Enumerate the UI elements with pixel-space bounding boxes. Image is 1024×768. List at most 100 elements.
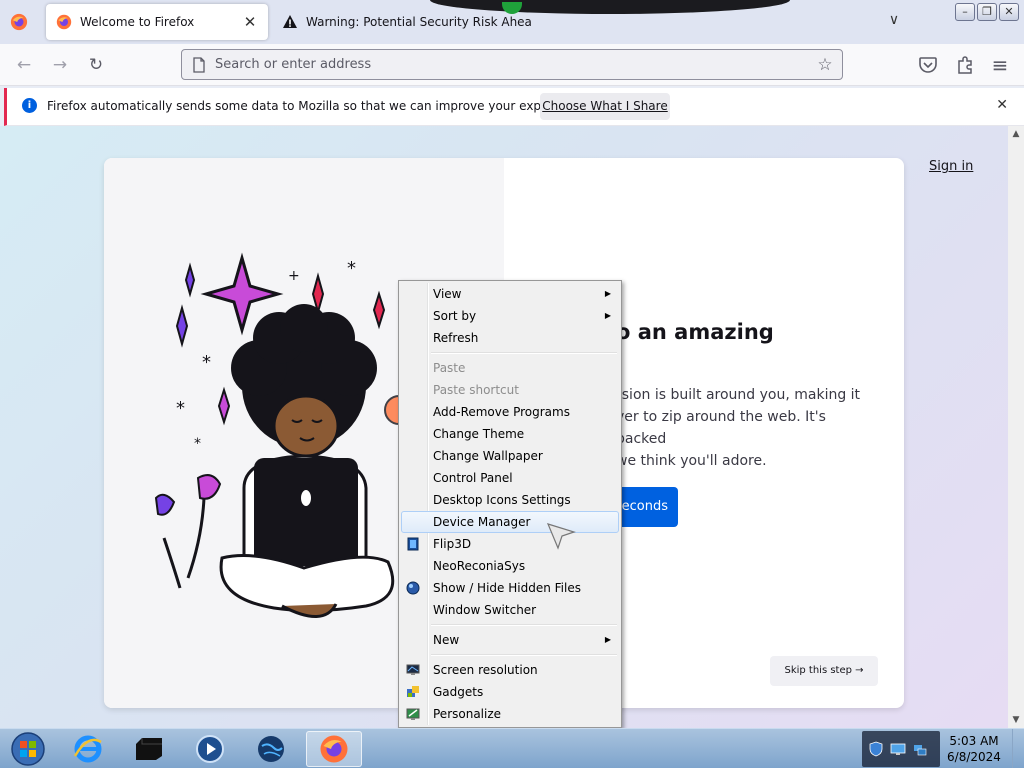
menu-item-label: Screen resolution: [433, 663, 538, 677]
menu-item-label: Window Switcher: [433, 603, 537, 617]
menu-item-label: Refresh: [433, 331, 479, 345]
warning-icon: [283, 15, 297, 28]
close-icon[interactable]: ✕: [242, 14, 258, 30]
submenu-arrow-icon: ▶: [604, 311, 611, 320]
tab-welcome[interactable]: Welcome to Firefox ✕: [46, 4, 268, 40]
scroll-down-icon[interactable]: ▼: [1008, 712, 1024, 728]
menu-item-label: Show / Hide Hidden Files: [433, 581, 581, 595]
menu-item-flip3d[interactable]: Flip3D: [401, 533, 619, 555]
network-globe-icon[interactable]: [243, 731, 299, 767]
menu-item-desktop-icons-settings[interactable]: Desktop Icons Settings: [401, 489, 619, 511]
menu-separator: [401, 349, 619, 357]
body-line: we think you'll adore.: [616, 453, 767, 469]
firefox-icon[interactable]: [10, 13, 28, 31]
display-icon[interactable]: [890, 741, 906, 757]
media-player-icon[interactable]: [182, 731, 238, 767]
menu-item-label: Device Manager: [433, 515, 531, 529]
desktop-context-menu: View ▶ Sort by ▶ Refresh Paste Paste shortcut A…: [398, 280, 622, 728]
skip-this-step-button[interactable]: Skip this step →: [770, 656, 878, 686]
system-clock[interactable]: 5:03 AM 6/8/2024: [940, 733, 1008, 765]
taskbar: 5:03 AM 6/8/2024: [0, 728, 1024, 768]
svg-text:+: +: [288, 268, 300, 284]
restore-button[interactable]: ❐: [977, 3, 997, 21]
menu-item-change-theme[interactable]: Change Theme: [401, 423, 619, 445]
tab-title: Welcome to Firefox: [80, 15, 195, 29]
menu-item-label: Flip3D: [433, 537, 472, 551]
security-shield-icon[interactable]: [868, 741, 884, 757]
flip3d-icon: [407, 537, 419, 551]
extensions-icon[interactable]: [955, 55, 975, 75]
clock-date: 6/8/2024: [947, 750, 1001, 764]
menu-item-label: Control Panel: [433, 471, 513, 485]
forward-button[interactable]: →: [48, 53, 72, 77]
menu-item-add-remove-programs[interactable]: Add-Remove Programs: [401, 401, 619, 423]
menu-item-label: Paste: [433, 361, 466, 375]
menu-item-label: Sort by: [433, 309, 477, 323]
menu-item-change-wallpaper[interactable]: Change Wallpaper: [401, 445, 619, 467]
menu-item-window-switcher[interactable]: Window Switcher: [401, 599, 619, 621]
menu-item-label: Change Wallpaper: [433, 449, 543, 463]
svg-text:*: *: [347, 258, 356, 279]
network-icon[interactable]: [912, 741, 928, 757]
menu-item-gadgets[interactable]: Gadgets: [401, 681, 619, 703]
sign-in-link[interactable]: Sign in: [929, 159, 973, 174]
body-line: rsion is built around you, making it: [616, 387, 861, 403]
bookmark-star-icon[interactable]: ☆: [814, 54, 836, 76]
close-icon[interactable]: ✕: [996, 97, 1008, 113]
menu-item-paste[interactable]: Paste: [401, 357, 619, 379]
tab-strip: Welcome to Firefox ✕ Warning: Potential …: [0, 0, 1024, 44]
svg-text:*: *: [202, 352, 211, 373]
address-bar[interactable]: ☆: [181, 49, 843, 80]
submenu-arrow-icon: ▶: [604, 635, 611, 644]
terminal-icon[interactable]: [121, 731, 177, 767]
vertical-scrollbar[interactable]: ▲ ▼: [1008, 126, 1024, 728]
menu-item-label: View: [433, 287, 462, 301]
minimize-button[interactable]: –: [955, 3, 975, 21]
menu-item-personalize[interactable]: Personalize: [401, 703, 619, 725]
back-button[interactable]: ←: [12, 53, 36, 77]
reload-button[interactable]: ↻: [84, 53, 108, 77]
list-all-tabs-button[interactable]: ∨: [884, 12, 904, 32]
window-controls: – ❐ ✕: [955, 3, 1019, 21]
button-label: Choose What I Share: [542, 99, 668, 113]
menu-item-show-hide-hidden-files[interactable]: Show / Hide Hidden Files: [401, 577, 619, 599]
menu-item-label: Paste shortcut: [433, 383, 519, 397]
menu-item-label: Desktop Icons Settings: [433, 493, 571, 507]
menu-item-new[interactable]: New ▶: [401, 629, 619, 651]
pocket-icon[interactable]: [918, 56, 938, 74]
monitor-icon: [406, 664, 420, 675]
firefox-icon[interactable]: [306, 731, 362, 767]
svg-text:*: *: [176, 398, 185, 419]
choose-what-i-share-button[interactable]: Choose What I Share: [540, 93, 670, 120]
menu-item-device-manager[interactable]: Device Manager: [401, 511, 619, 533]
gadgets-icon: [407, 686, 419, 697]
data-collection-notification: i Firefox automatically sends some data …: [4, 88, 1024, 126]
menu-item-control-panel[interactable]: Control Panel: [401, 467, 619, 489]
menu-item-label: Gadgets: [433, 685, 484, 699]
show-desktop-button[interactable]: [1012, 729, 1024, 768]
menu-item-label: NeoReconiaSys: [433, 559, 526, 573]
menu-item-neoreconiasys[interactable]: NeoReconiaSys: [401, 555, 619, 577]
notification-message: Firefox automatically sends some data to…: [47, 99, 590, 113]
onboarding-body-text: rsion is built around you, making it ver…: [616, 384, 876, 472]
onboarding-heading: o an amazing: [616, 320, 774, 344]
menu-item-view[interactable]: View ▶: [401, 283, 619, 305]
menu-separator: [401, 651, 619, 659]
menu-item-sort-by[interactable]: Sort by ▶: [401, 305, 619, 327]
search-input[interactable]: [215, 50, 805, 79]
menu-item-paste-shortcut[interactable]: Paste shortcut: [401, 379, 619, 401]
notification-tray: [862, 731, 940, 767]
start-orb-icon[interactable]: [0, 731, 56, 767]
clock-time: 5:03 AM: [949, 734, 999, 748]
close-window-button[interactable]: ✕: [999, 3, 1019, 21]
body-line: ver to zip around the web. It's packed: [616, 409, 826, 447]
personalize-icon: [406, 708, 420, 720]
menu-item-label: Add-Remove Programs: [433, 405, 570, 419]
scroll-up-icon[interactable]: ▲: [1008, 126, 1024, 142]
internet-explorer-icon[interactable]: [60, 731, 116, 767]
svg-text:*: *: [194, 436, 201, 452]
app-menu-button[interactable]: ≡: [988, 53, 1012, 77]
menu-item-refresh[interactable]: Refresh: [401, 327, 619, 349]
menu-item-screen-resolution[interactable]: Screen resolution: [401, 659, 619, 681]
menu-separator: [401, 621, 619, 629]
